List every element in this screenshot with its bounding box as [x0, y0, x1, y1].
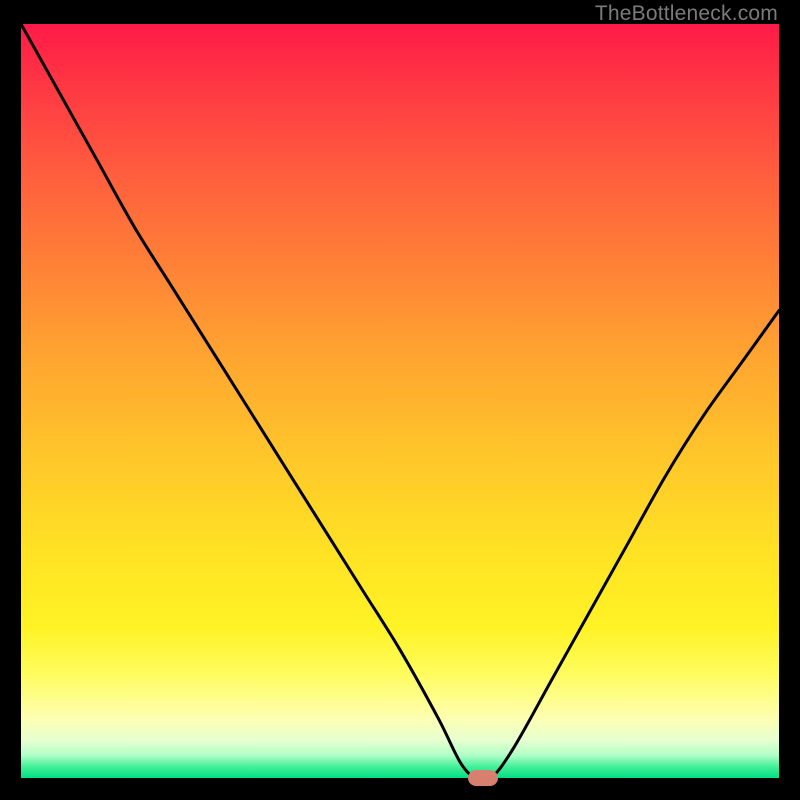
chart-frame: TheBottleneck.com — [0, 0, 800, 800]
curve-path — [21, 24, 779, 781]
bottleneck-curve — [0, 0, 800, 800]
optimum-marker — [468, 770, 498, 786]
